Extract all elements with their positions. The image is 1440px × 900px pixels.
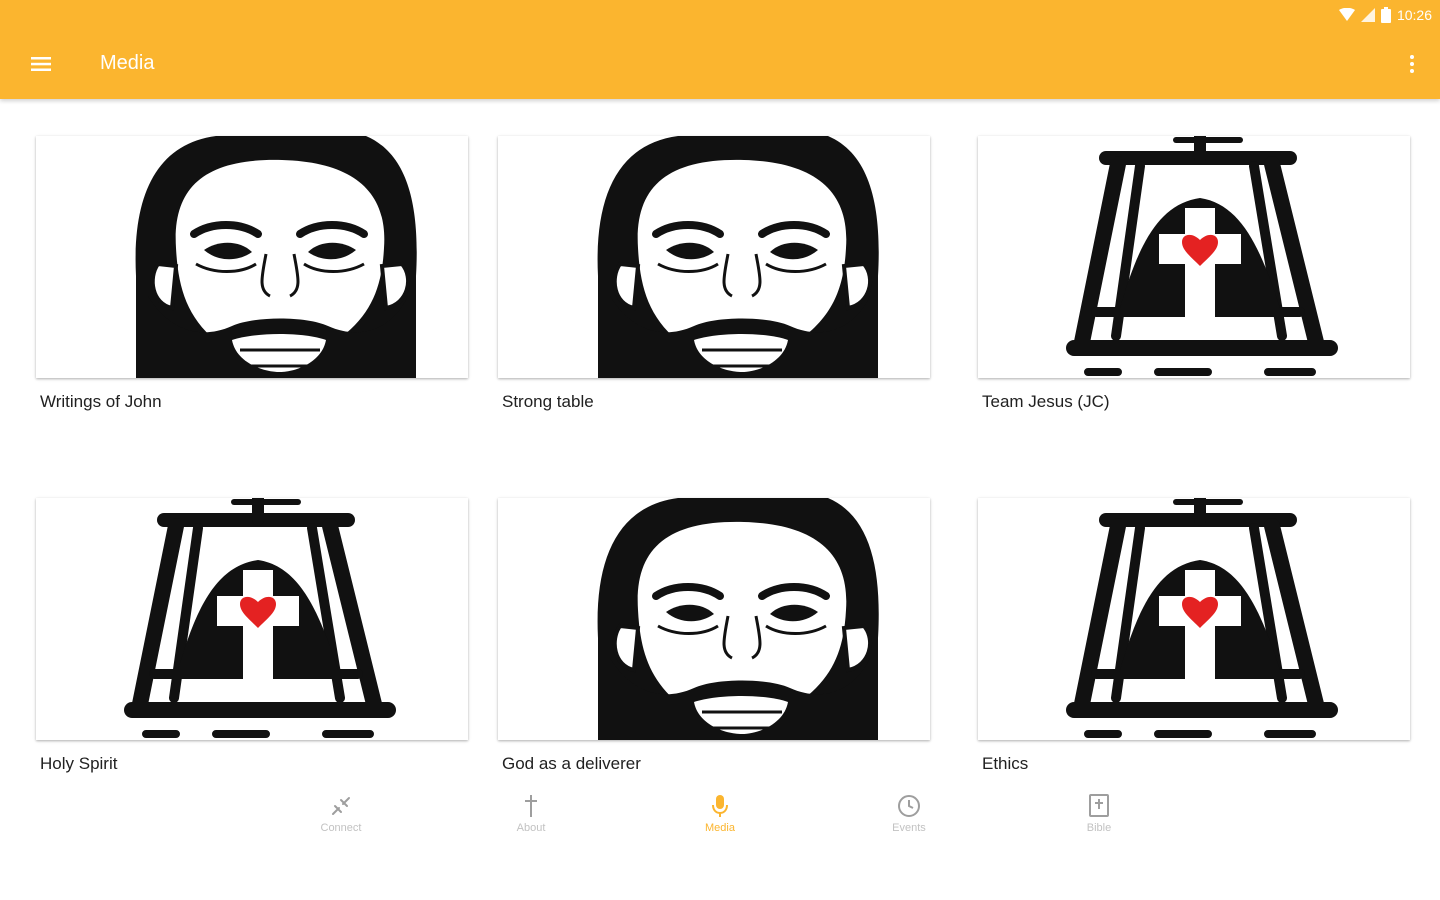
media-card-strong-table[interactable]: Strong table [498, 136, 930, 411]
media-title: Writings of John [40, 392, 162, 411]
nav-item-about[interactable]: About [476, 792, 586, 848]
bottom-navigation: Connect About Media Events Bible [0, 780, 1440, 900]
status-time: 10:26 [1396, 7, 1432, 23]
media-thumbnail [36, 136, 468, 378]
microphone-icon [712, 795, 728, 817]
wifi-icon [1338, 8, 1355, 21]
media-title: Ethics [982, 754, 1029, 773]
battery-icon [1380, 7, 1391, 23]
media-thumbnail [36, 498, 468, 740]
clock-icon [898, 795, 920, 817]
nav-label: Events [892, 822, 926, 834]
media-thumbnail [978, 136, 1410, 378]
media-card-ethics[interactable]: Ethics [978, 498, 1410, 773]
media-thumbnail [978, 498, 1410, 740]
media-card-holy-spirit[interactable]: Holy Spirit [36, 498, 468, 773]
nav-item-bible[interactable]: Bible [1044, 792, 1154, 848]
media-title: Strong table [502, 392, 594, 411]
nav-label: Bible [1086, 822, 1112, 834]
nav-item-connect[interactable]: Connect [286, 792, 396, 848]
status-bar: 10:26 [1338, 5, 1432, 25]
nav-item-events[interactable]: Events [854, 792, 964, 848]
menu-button[interactable] [26, 49, 56, 79]
media-thumbnail [498, 136, 930, 378]
media-title: Holy Spirit [40, 754, 118, 773]
more-vert-icon [1410, 55, 1414, 73]
cross-icon [525, 795, 537, 817]
media-card-god-as-a-deliverer[interactable]: God as a deliverer [498, 498, 930, 773]
media-title: God as a deliverer [502, 754, 641, 773]
nav-item-media[interactable]: Media [665, 792, 775, 848]
media-title: Team Jesus (JC) [982, 392, 1110, 411]
overflow-menu-button[interactable] [1404, 50, 1420, 78]
media-thumbnail [498, 498, 930, 740]
bible-icon [1089, 794, 1109, 817]
media-card-team-jesus[interactable]: Team Jesus (JC) [978, 136, 1410, 411]
nav-label: About [516, 822, 546, 834]
nav-label: Media [705, 822, 735, 834]
connect-icon [332, 797, 350, 815]
nav-label: Connect [320, 822, 362, 834]
hamburger-menu-icon [31, 57, 51, 71]
page-title: Media [100, 52, 155, 74]
media-card-writings-of-john[interactable]: Writings of John [36, 136, 468, 411]
app-bar: 10:26 Media [0, 0, 1440, 99]
signal-icon [1360, 8, 1375, 22]
